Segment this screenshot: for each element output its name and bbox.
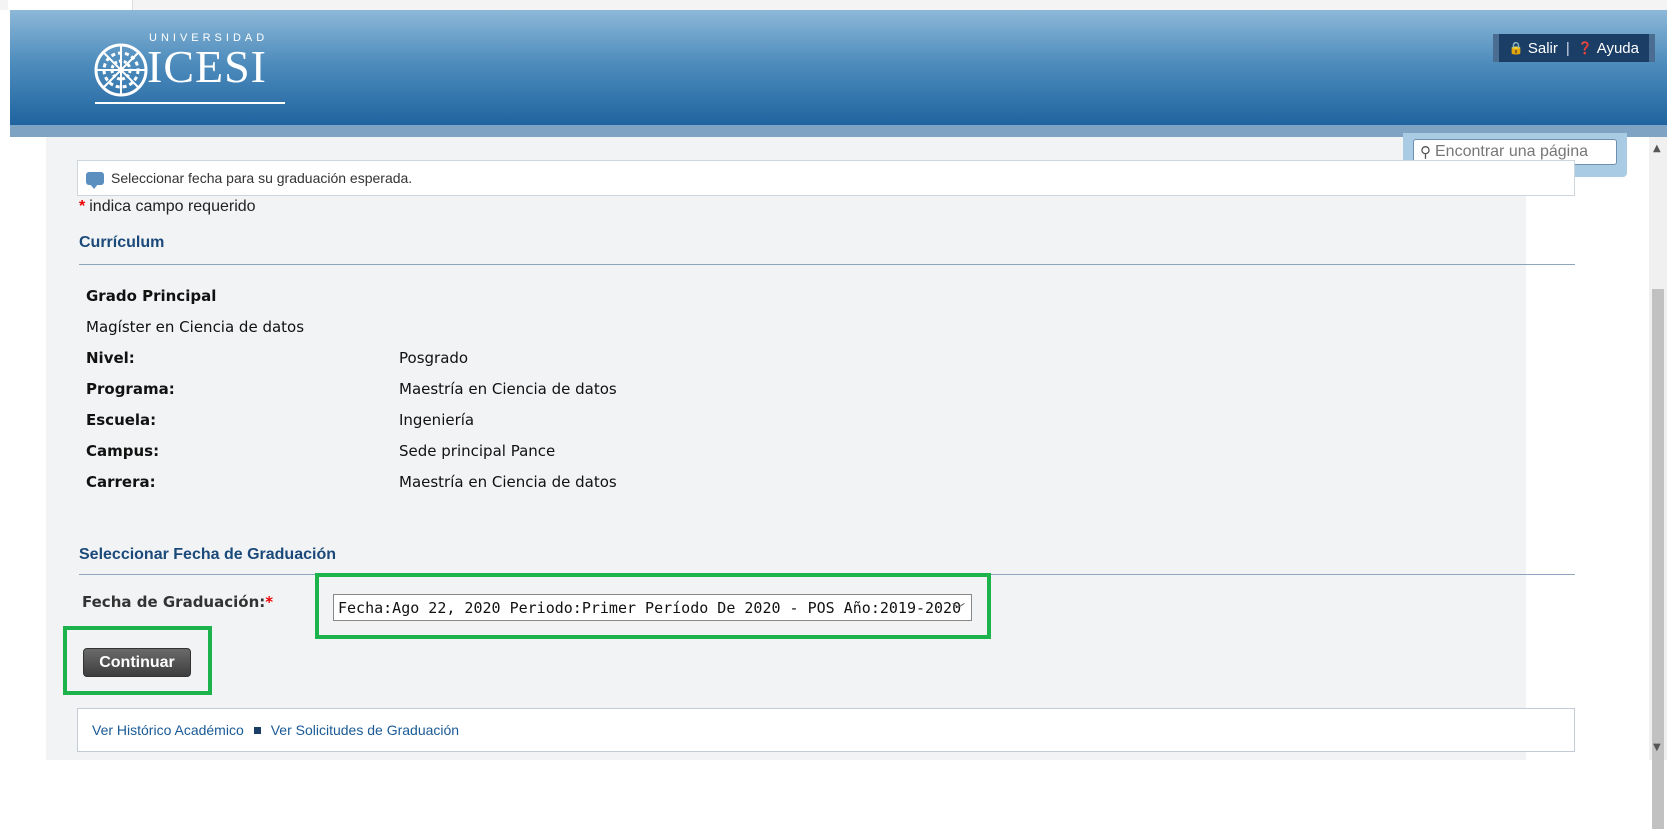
info-message-bar: Seleccionar fecha para su graduación esp…: [77, 160, 1575, 196]
curriculum-row-value: Ingeniería: [399, 411, 475, 429]
graduation-date-label: Fecha de Graduación:*: [82, 593, 273, 611]
icesi-seal-icon: [94, 43, 148, 97]
curriculum-row-label: Programa:: [86, 380, 175, 398]
curriculum-row-label: Campus:: [86, 442, 160, 460]
graduation-date-selected: Fecha:Ago 22, 2020 Periodo:Primer Períod…: [338, 598, 962, 617]
view-graduation-requests-link[interactable]: Ver Solicitudes de Graduación: [271, 722, 459, 738]
required-note-text: indica campo requerido: [89, 198, 256, 215]
chevron-down-icon: ﹀: [951, 603, 965, 618]
graduation-date-label-text: Fecha de Graduación:: [82, 593, 266, 611]
curriculum-row-value: Maestría en Ciencia de datos: [399, 380, 617, 398]
curriculum-row: Carrera: Maestría en Ciencia de datos: [86, 473, 686, 491]
curriculum-row-value: Maestría en Ciencia de datos: [399, 473, 617, 491]
speech-bubble-icon: [86, 171, 104, 189]
salir-link[interactable]: Salir: [1528, 40, 1558, 57]
info-message-text: Seleccionar fecha para su graduación esp…: [111, 170, 413, 186]
icesi-logo[interactable]: UNIVERSIDAD ICESI: [85, 28, 285, 106]
page-scrollbar[interactable]: ▲ ▼: [1649, 137, 1667, 829]
square-bullet-icon: [253, 726, 261, 734]
curriculum-divider: [79, 264, 1575, 265]
required-field-note: * indica campo requerido: [79, 198, 256, 216]
curriculum-row: Programa: Maestría en Ciencia de datos: [86, 380, 686, 398]
curriculum-row-label: Nivel:: [86, 349, 135, 367]
curriculum-row: Campus: Sede principal Pance: [86, 442, 686, 460]
curriculum-row-value: Posgrado: [399, 349, 469, 367]
browser-top-strip: [0, 0, 1667, 10]
view-academic-history-link[interactable]: Ver Histórico Académico: [92, 722, 244, 738]
logo-underline: [95, 102, 285, 104]
help-icon: ❓: [1577, 41, 1593, 55]
lock-icon: 🔒: [1508, 41, 1524, 55]
header-link-separator: |: [1565, 39, 1570, 57]
degree-label: Grado Principal: [86, 287, 217, 305]
header-links: 🔒 Salir | ❓ Ayuda: [1492, 34, 1655, 62]
continue-button[interactable]: Continuar: [83, 648, 191, 677]
degree-value: Magíster en Ciencia de datos: [86, 318, 305, 336]
curriculum-row-value: Sede principal Pance: [399, 442, 556, 460]
graduation-date-select[interactable]: Fecha:Ago 22, 2020 Periodo:Primer Períod…: [333, 594, 972, 621]
required-star-icon: *: [265, 593, 274, 611]
curriculum-row: Nivel: Posgrado: [86, 349, 686, 367]
logo-name-text: ICESI: [147, 41, 267, 92]
curriculum-row-label: Carrera:: [86, 473, 156, 491]
scroll-up-icon[interactable]: ▲: [1653, 143, 1661, 154]
required-star-icon: *: [79, 198, 86, 215]
scroll-down-icon[interactable]: ▼: [1653, 742, 1661, 753]
browser-tab[interactable]: [8, 0, 133, 10]
curriculum-row-label: Escuela:: [86, 411, 157, 429]
ayuda-link[interactable]: Ayuda: [1597, 40, 1639, 57]
site-header: UNIVERSIDAD ICESI 🔒 Salir | ❓ Ayuda: [10, 10, 1667, 125]
search-icon: ⚲: [1420, 144, 1431, 161]
find-page-placeholder: Encontrar una página: [1435, 143, 1588, 160]
curriculum-row: Escuela: Ingeniería: [86, 411, 686, 429]
footer-links: Ver Histórico Académico Ver Solicitudes …: [77, 708, 1575, 752]
curriculum-section-title: Currículum: [79, 234, 165, 251]
graduation-section-title: Seleccionar Fecha de Graduación: [79, 546, 336, 563]
